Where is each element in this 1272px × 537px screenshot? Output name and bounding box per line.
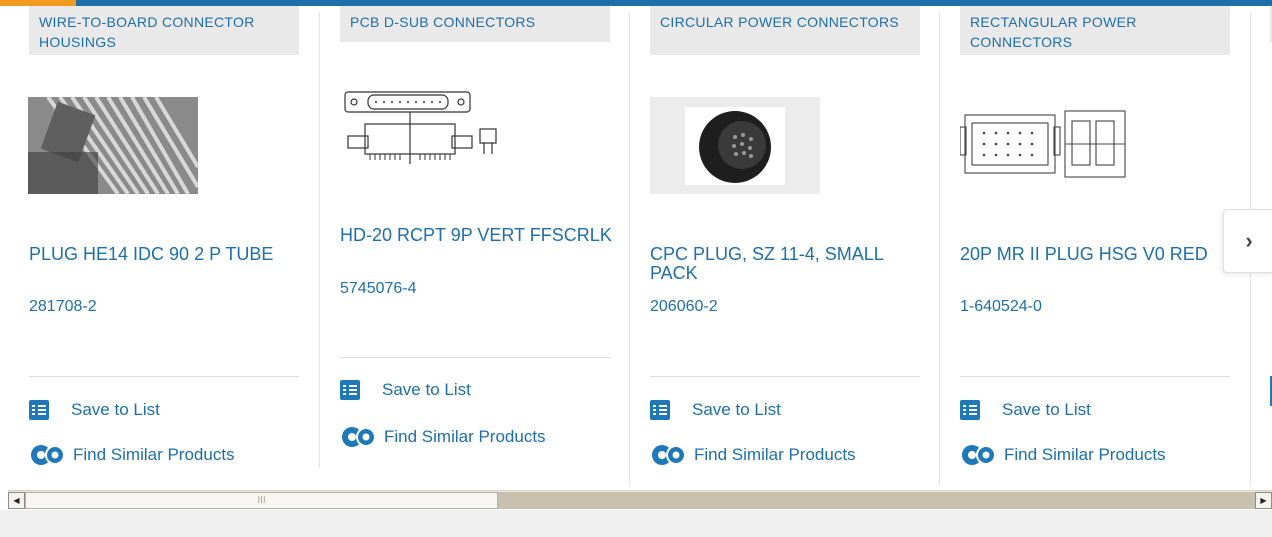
part-number: 206060-2	[650, 298, 718, 315]
card-separator	[650, 376, 920, 377]
card-separator	[960, 376, 1230, 377]
save-to-list-label: Save to List	[71, 400, 160, 419]
circular-plug-photo	[650, 97, 820, 194]
product-title[interactable]: HD-20 RCPT 9P VERT FFSCRLK	[340, 226, 620, 245]
save-to-list-label: Save to List	[692, 400, 781, 419]
horizontal-scrollbar[interactable]: ◀ III ▶	[8, 490, 1272, 509]
save-to-list-label: Save to List	[1002, 400, 1091, 419]
d-sub-connector-drawing	[344, 91, 497, 164]
card-divider	[939, 12, 940, 486]
rectangular-housing-drawing	[960, 110, 1126, 178]
checklist-icon	[960, 400, 980, 420]
ribbon-cable-connector-photo	[28, 97, 198, 194]
category-label[interactable]: PCB D-SUB CONNECTORS	[340, 6, 610, 42]
find-similar-label: Find Similar Products	[73, 445, 235, 464]
product-title[interactable]: PLUG HE14 IDC 90 2 P TUBE	[29, 245, 309, 264]
product-image[interactable]	[28, 97, 198, 194]
product-card: CIRCULAR POWER CONNECTORS CPC PLUG, SZ 1…	[629, 6, 960, 490]
save-to-list-button[interactable]: Save to List	[650, 400, 781, 420]
scroll-right-button[interactable]: ▶	[1255, 492, 1272, 509]
save-to-list-label: Save to List	[382, 380, 471, 399]
similar-products-icon	[342, 427, 376, 447]
scrollbar-grip-icon: III	[257, 495, 266, 506]
find-similar-button[interactable]: Find Similar Products	[340, 424, 546, 450]
scroll-left-button[interactable]: ◀	[8, 492, 25, 509]
category-label[interactable]: WIRE-TO-BOARD CONNECTOR HOUSINGS	[29, 6, 299, 55]
find-similar-label: Find Similar Products	[1004, 445, 1166, 464]
product-title[interactable]: CPC PLUG, SZ 11-4, SMALL PACK	[650, 245, 930, 283]
product-image[interactable]	[650, 97, 820, 194]
find-similar-button[interactable]: Find Similar Products	[650, 442, 856, 468]
similar-products-icon	[652, 445, 686, 465]
card-divider	[629, 12, 630, 486]
find-similar-button[interactable]: Find Similar Products	[960, 442, 1166, 468]
similar-products-icon	[962, 445, 996, 465]
category-label[interactable]: RECTANGULAR POWER CONNECTORS	[960, 6, 1230, 55]
checklist-icon	[29, 400, 49, 420]
part-number: 5745076-4	[340, 280, 417, 297]
product-image[interactable]	[340, 84, 510, 181]
card-separator	[340, 357, 610, 358]
part-number: 281708-2	[29, 298, 97, 315]
scroll-left-arrow-icon: ◀	[13, 496, 20, 505]
product-carousel: WIRE-TO-BOARD CONNECTOR HOUSINGS PLUG HE…	[0, 6, 1272, 490]
part-number: 1-640524-0	[960, 298, 1042, 315]
card-divider	[319, 12, 320, 468]
save-to-list-button[interactable]: Save to List	[29, 400, 160, 420]
scroll-right-arrow-icon: ▶	[1260, 496, 1267, 505]
find-similar-button[interactable]: Find Similar Products	[29, 442, 235, 468]
similar-products-icon	[31, 445, 65, 465]
scrollbar-track[interactable]	[498, 492, 1255, 509]
product-image[interactable]	[960, 97, 1130, 194]
checklist-icon	[650, 400, 670, 420]
scrollbar-thumb[interactable]: III	[25, 492, 498, 509]
checklist-icon	[340, 380, 360, 400]
save-to-list-button[interactable]: Save to List	[340, 380, 471, 400]
product-title[interactable]: 20P MR II PLUG HSG V0 RED	[960, 245, 1240, 264]
chevron-right-icon: ›	[1245, 228, 1253, 253]
find-similar-label: Find Similar Products	[694, 445, 856, 464]
find-similar-label: Find Similar Products	[384, 427, 546, 446]
card-separator	[29, 376, 299, 377]
product-card: WIRE-TO-BOARD CONNECTOR HOUSINGS PLUG HE…	[28, 6, 339, 490]
page-footer-area	[0, 510, 1272, 537]
save-to-list-button[interactable]: Save to List	[960, 400, 1091, 420]
category-label[interactable]: CIRCULAR POWER CONNECTORS	[650, 6, 920, 55]
carousel-next-button[interactable]: ›	[1223, 209, 1272, 273]
product-card: PCB D-SUB CONNECTORS HD-20 RCPT 9P VERT …	[319, 6, 650, 490]
